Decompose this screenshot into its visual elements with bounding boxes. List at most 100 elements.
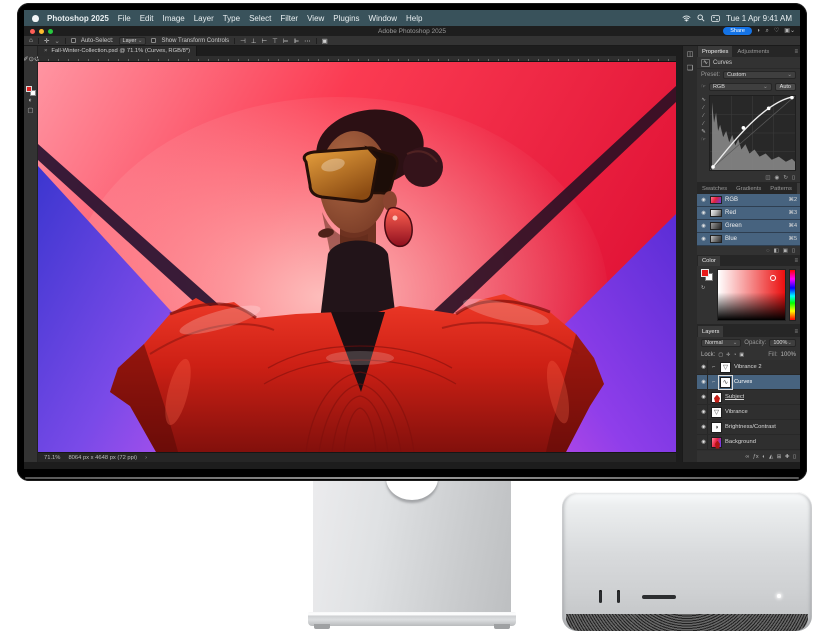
- add-mask-icon[interactable]: ◐: [762, 454, 765, 460]
- menu-item-select[interactable]: Select: [249, 14, 271, 23]
- delete-layer-icon[interactable]: ▯: [793, 454, 796, 460]
- tab-color[interactable]: Color: [698, 256, 720, 266]
- layer-name[interactable]: Subject: [725, 394, 744, 400]
- move-tool-icon[interactable]: ✛: [44, 37, 49, 45]
- tab-gradients[interactable]: Gradients: [732, 183, 765, 194]
- eye-icon[interactable]: ◉: [700, 439, 707, 445]
- menu-item-filter[interactable]: Filter: [280, 14, 298, 23]
- eye-icon[interactable]: ◉: [700, 210, 707, 216]
- menu-item-edit[interactable]: Edit: [140, 14, 154, 23]
- show-transform-checkbox[interactable]: [151, 38, 156, 43]
- tab-properties[interactable]: Properties: [698, 46, 732, 57]
- eye-icon[interactable]: ◉: [700, 197, 707, 203]
- menu-item-photoshop-2025[interactable]: Photoshop 2025: [47, 14, 109, 23]
- blend-mode-dropdown[interactable]: Normal⌄: [701, 339, 741, 347]
- lock-transparent-icon[interactable]: ▢: [718, 352, 723, 358]
- adjustment-thumbnail[interactable]: ▽: [720, 362, 731, 373]
- visibility-icon[interactable]: ◉: [775, 175, 780, 181]
- eye-icon[interactable]: ◉: [700, 409, 707, 415]
- zoom-level[interactable]: 71.1%: [44, 455, 60, 461]
- eye-icon[interactable]: ◉: [700, 223, 707, 229]
- notifications-bell-icon[interactable]: ◗: [757, 27, 761, 35]
- opacity-dropdown[interactable]: 100%⌄: [769, 339, 796, 347]
- layer-row-subject[interactable]: ◉ Subject: [697, 390, 800, 405]
- menu-item-window[interactable]: Window: [369, 14, 397, 23]
- channel-dropdown[interactable]: RGB⌄: [709, 83, 772, 91]
- panel-menu-icon[interactable]: ≡: [794, 258, 798, 264]
- adjustment-thumbnail[interactable]: ◑: [711, 422, 722, 433]
- foreground-color-swatch[interactable]: [26, 86, 32, 92]
- menu-item-view[interactable]: View: [307, 14, 324, 23]
- link-layers-icon[interactable]: ∞: [745, 454, 749, 460]
- align-top-icon[interactable]: ⊤: [272, 37, 278, 45]
- delete-icon[interactable]: ▯: [792, 175, 795, 181]
- auto-select-checkbox[interactable]: [71, 38, 76, 43]
- new-adjustment-icon[interactable]: ◭: [769, 454, 773, 460]
- tab-patterns[interactable]: Patterns: [766, 183, 796, 194]
- status-chevron-icon[interactable]: ›: [145, 455, 147, 461]
- preset-dropdown[interactable]: Custom⌄: [723, 71, 796, 79]
- color-picker-ring[interactable]: [770, 275, 776, 281]
- spotlight-search-icon[interactable]: [697, 14, 705, 22]
- eye-icon[interactable]: ◉: [700, 394, 707, 400]
- menu-item-file[interactable]: File: [118, 14, 131, 23]
- channel-row-rgb[interactable]: ◉ RGB ⌘2: [697, 194, 800, 207]
- tab-channels[interactable]: Channels: [797, 183, 800, 194]
- channel-row-red[interactable]: ◉ Red ⌘3: [697, 207, 800, 220]
- lock-artboard-icon[interactable]: ◔: [733, 352, 736, 358]
- pencil-icon[interactable]: ✎: [701, 129, 706, 135]
- tat-icon[interactable]: ☞: [701, 84, 706, 90]
- wifi-icon[interactable]: [682, 15, 691, 22]
- smooth-icon[interactable]: ☞: [701, 137, 706, 143]
- share-button[interactable]: Share: [723, 27, 752, 35]
- new-group-icon[interactable]: ⊞: [777, 454, 782, 460]
- curves-graph[interactable]: [709, 95, 796, 171]
- layer-thumbnail[interactable]: [711, 437, 722, 448]
- menu-bar-clock[interactable]: Tue 1 Apr 9:41 AM: [726, 14, 792, 23]
- eye-icon[interactable]: ◉: [700, 424, 707, 430]
- distribute-h-icon[interactable]: ⊨: [283, 37, 289, 45]
- tab-layers[interactable]: Layers: [698, 326, 723, 337]
- lock-all-icon[interactable]: ▣: [739, 352, 744, 358]
- document-canvas[interactable]: [38, 62, 676, 452]
- adjustment-thumbnail[interactable]: ▽: [711, 407, 722, 418]
- snap-icon[interactable]: ▣: [322, 37, 328, 45]
- eyedropper-black-icon[interactable]: ∕: [703, 105, 704, 111]
- auto-select-dropdown[interactable]: Layer ⌄: [119, 37, 147, 45]
- workspace-switcher-icon[interactable]: ▣⌄: [784, 27, 795, 35]
- layer-style-icon[interactable]: ƒx: [753, 454, 759, 460]
- layer-name[interactable]: Vibrance 2: [734, 364, 762, 370]
- tab-adjustments[interactable]: Adjustments: [733, 46, 773, 57]
- clip-to-layer-icon[interactable]: ◫: [765, 175, 770, 181]
- panel-menu-icon[interactable]: ≡: [794, 329, 798, 335]
- new-layer-icon[interactable]: ✚: [785, 454, 790, 460]
- apple-logo-icon[interactable]: [32, 15, 39, 22]
- foreground-color-swatch[interactable]: [701, 269, 709, 277]
- align-right-icon[interactable]: ⊢: [261, 37, 267, 45]
- layer-row-vibrance[interactable]: ◉ ▽ Vibrance: [697, 405, 800, 420]
- layer-row-brightness-contrast[interactable]: ◉ ◑ Brightness/Contrast: [697, 420, 800, 435]
- auto-button[interactable]: Auto: [775, 83, 796, 91]
- layer-name[interactable]: Brightness/Contrast: [725, 424, 776, 430]
- eyedropper-white-icon[interactable]: ∕: [703, 121, 704, 127]
- reset-icon[interactable]: ↻: [783, 175, 788, 181]
- discover-icon[interactable]: ♡: [774, 27, 779, 35]
- history-panel-icon[interactable]: ◫: [687, 50, 694, 58]
- adjustment-thumbnail[interactable]: ∿: [720, 377, 731, 388]
- layer-row-background[interactable]: ◉ Background: [697, 435, 800, 450]
- menu-item-plugins[interactable]: Plugins: [333, 14, 359, 23]
- menu-item-help[interactable]: Help: [406, 14, 422, 23]
- lock-position-icon[interactable]: ✛: [726, 352, 730, 358]
- panel-menu-icon[interactable]: ≡: [794, 49, 798, 55]
- layer-name[interactable]: Vibrance: [725, 409, 748, 415]
- saturation-square[interactable]: [717, 269, 786, 321]
- layer-name[interactable]: Background: [725, 439, 756, 445]
- menu-item-type[interactable]: Type: [223, 14, 240, 23]
- distribute-v-icon[interactable]: ⊫: [294, 37, 300, 45]
- search-icon[interactable]: ⌕: [766, 27, 769, 35]
- curve-edit-icon[interactable]: ∿: [701, 97, 706, 103]
- new-channel-icon[interactable]: ▣: [783, 248, 788, 254]
- hue-slider[interactable]: [789, 269, 796, 321]
- control-center-icon[interactable]: [711, 15, 720, 22]
- save-selection-icon[interactable]: ◧: [774, 248, 779, 254]
